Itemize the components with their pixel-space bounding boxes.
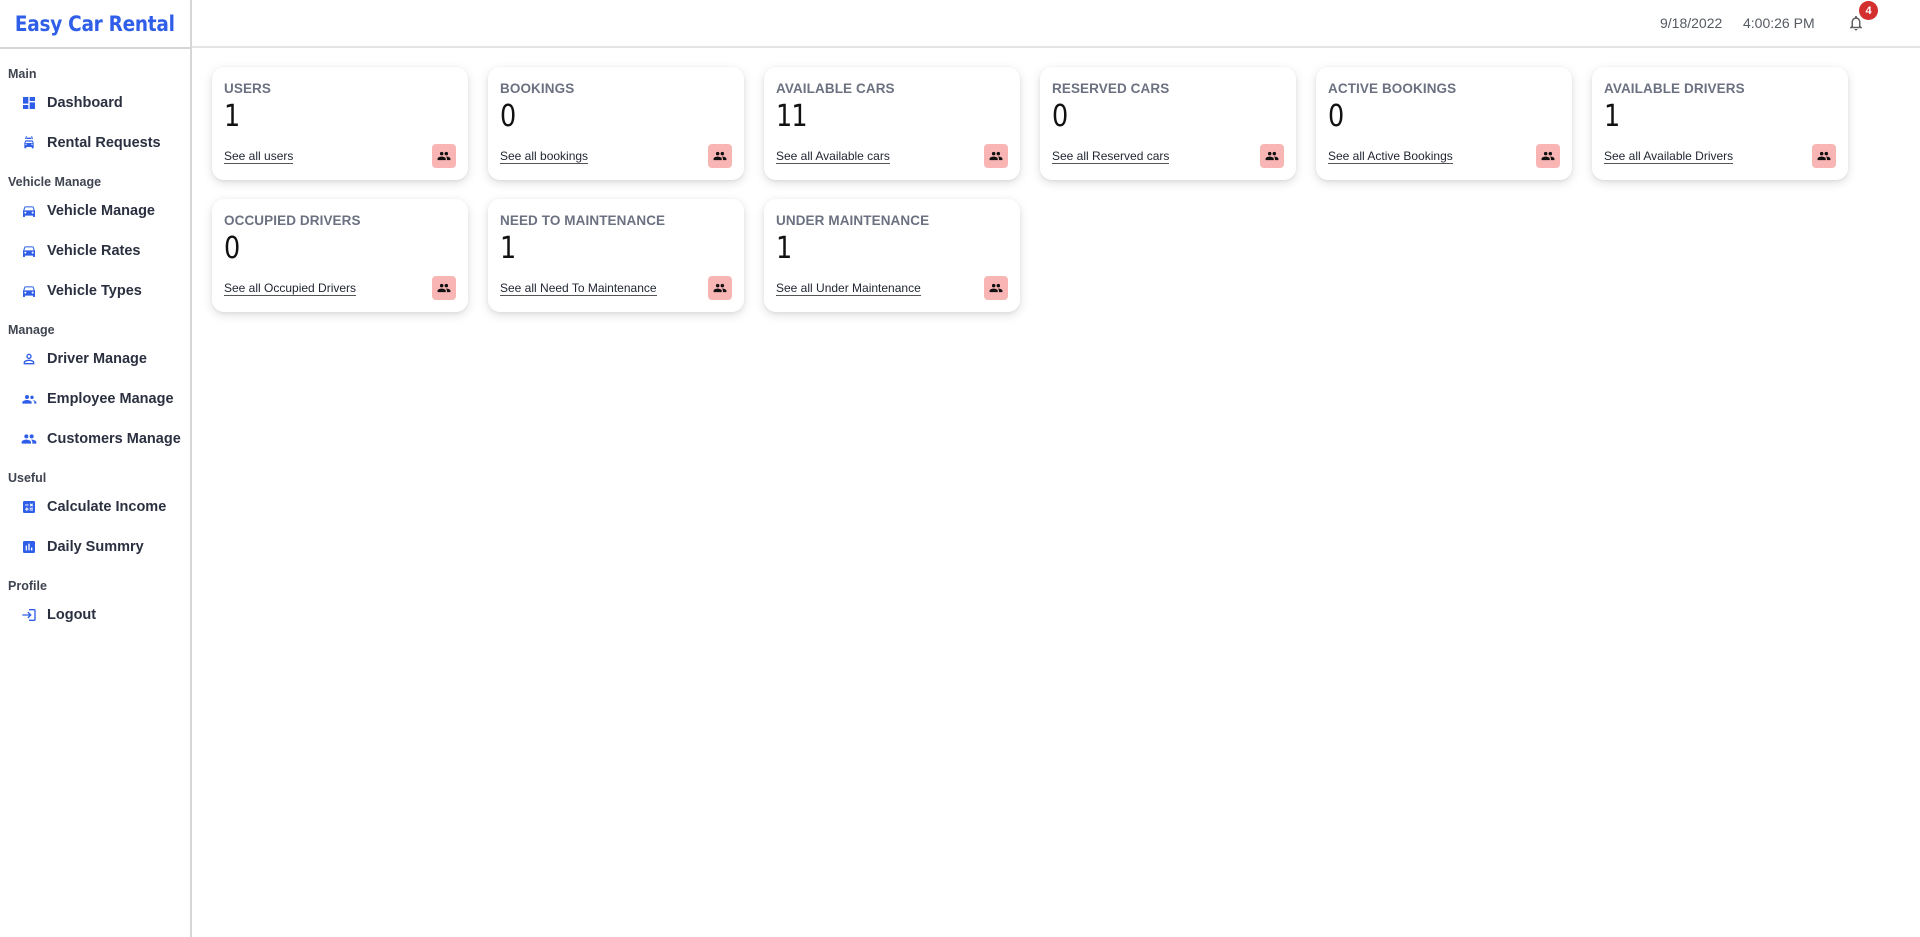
card-title: AVAILABLE CARS [776, 81, 895, 96]
sidebar-item-calculate-income[interactable]: Calculate Income [0, 487, 190, 527]
see-all-link[interactable]: See all users [224, 149, 294, 164]
sidebar-item-daily-summry[interactable]: Daily Summry [0, 527, 190, 567]
card-title: NEED TO MAINTENANCE [500, 213, 666, 228]
see-all-link[interactable]: See all Occupied Drivers [224, 281, 357, 296]
sidebar-item-driver-manage[interactable]: Driver Manage [0, 339, 190, 379]
sidebar-item-label: Employee Manage [47, 391, 174, 407]
current-date: 9/18/2022 [1660, 15, 1723, 31]
group-icon[interactable] [984, 276, 1008, 300]
stat-card-available-drivers: AVAILABLE DRIVERS 1 See all Available Dr… [1592, 67, 1848, 180]
brand-header: Easy Car Rental [0, 0, 190, 49]
dashboard-icon [21, 95, 37, 111]
sidebar-item-label: Vehicle Rates [47, 243, 141, 259]
see-all-link[interactable]: See all Active Bookings [1328, 149, 1453, 164]
sidebar-item-employee-manage[interactable]: Employee Manage [0, 379, 190, 419]
see-all-link[interactable]: See all bookings [500, 149, 589, 164]
car-rental-icon [21, 135, 37, 151]
group-icon[interactable] [432, 144, 456, 168]
group-icon[interactable] [1260, 144, 1284, 168]
group-icon[interactable] [984, 144, 1008, 168]
sidebar-item-customers-manage[interactable]: Customers Manage [0, 419, 190, 459]
car-icon [21, 283, 37, 299]
stat-card-need-to-maintenance: NEED TO MAINTENANCE 1 See all Need To Ma… [488, 199, 744, 312]
card-value: 0 [500, 99, 516, 134]
current-time: 4:00:26 PM [1743, 15, 1815, 31]
card-value: 1 [776, 231, 792, 266]
nav-section-vehicle-manage: Vehicle Manage [8, 175, 102, 189]
sidebar-item-label: Calculate Income [47, 499, 167, 515]
stat-card-reserved-cars: RESERVED CARS 0 See all Reserved cars [1040, 67, 1296, 180]
calculator-icon [21, 499, 37, 515]
see-all-link[interactable]: See all Available cars [776, 149, 890, 164]
sidebar-item-vehicle-rates[interactable]: Vehicle Rates [0, 231, 190, 271]
card-value: 1 [1604, 99, 1620, 134]
notification-badge: 4 [1859, 1, 1878, 20]
card-value: 0 [1328, 99, 1344, 134]
group-icon[interactable] [1536, 144, 1560, 168]
card-title: BOOKINGS [500, 81, 575, 96]
card-value: 0 [224, 231, 240, 266]
stat-card-available-cars: AVAILABLE CARS 11 See all Available cars [764, 67, 1020, 180]
group-icon [21, 431, 37, 447]
sidebar-item-vehicle-manage[interactable]: Vehicle Manage [0, 191, 190, 231]
sidebar-item-label: Vehicle Types [47, 283, 142, 299]
group-icon[interactable] [432, 276, 456, 300]
stat-card-users: USERS 1 See all users [212, 67, 468, 180]
card-title: RESERVED CARS [1052, 81, 1170, 96]
card-value: 1 [224, 99, 240, 134]
see-all-link[interactable]: See all Need To Maintenance [500, 281, 657, 296]
sidebar-item-rental-requests[interactable]: Rental Requests [0, 123, 190, 163]
sidebar-item-label: Rental Requests [47, 135, 161, 151]
card-value: 1 [500, 231, 516, 266]
app-logo[interactable]: Easy Car Rental [15, 12, 175, 36]
sidebar: Easy Car Rental Main Dashboard Rental Re… [0, 0, 192, 937]
sidebar-item-label: Logout [47, 607, 97, 623]
card-title: OCCUPIED DRIVERS [224, 213, 361, 228]
card-title: USERS [224, 81, 272, 96]
car-icon [21, 203, 37, 219]
card-value: 0 [1052, 99, 1068, 134]
person-icon [21, 351, 37, 367]
card-title: ACTIVE BOOKINGS [1328, 81, 1457, 96]
sidebar-item-label: Vehicle Manage [47, 203, 155, 219]
logout-icon [21, 607, 37, 623]
nav-section-profile: Profile [8, 579, 47, 593]
car-icon [21, 243, 37, 259]
stat-card-occupied-drivers: OCCUPIED DRIVERS 0 See all Occupied Driv… [212, 199, 468, 312]
nav-section-manage: Manage [8, 323, 55, 337]
nav-section-useful: Useful [8, 471, 47, 485]
see-all-link[interactable]: See all Reserved cars [1052, 149, 1170, 164]
sidebar-item-label: Dashboard [47, 95, 123, 111]
sidebar-item-label: Customers Manage [47, 431, 181, 447]
sidebar-item-label: Daily Summry [47, 539, 144, 555]
group-icon[interactable] [708, 276, 732, 300]
sidebar-item-dashboard[interactable]: Dashboard [0, 83, 190, 123]
card-value: 11 [776, 99, 808, 134]
stat-card-bookings: BOOKINGS 0 See all bookings [488, 67, 744, 180]
see-all-link[interactable]: See all Available Drivers [1604, 149, 1734, 164]
sidebar-item-logout[interactable]: Logout [0, 595, 190, 635]
group-icon[interactable] [1812, 144, 1836, 168]
bar-chart-icon [21, 539, 37, 555]
group-icon[interactable] [708, 144, 732, 168]
card-title: AVAILABLE DRIVERS [1604, 81, 1745, 96]
card-title: UNDER MAINTENANCE [776, 213, 930, 228]
people-icon [21, 391, 37, 407]
stat-card-active-bookings: ACTIVE BOOKINGS 0 See all Active Booking… [1316, 67, 1572, 180]
stat-card-under-maintenance: UNDER MAINTENANCE 1 See all Under Mainte… [764, 199, 1020, 312]
nav-section-main: Main [8, 67, 37, 81]
sidebar-item-label: Driver Manage [47, 351, 147, 367]
sidebar-item-vehicle-types[interactable]: Vehicle Types [0, 271, 190, 311]
top-bar: 9/18/2022 4:00:26 PM 4 [192, 0, 1920, 48]
see-all-link[interactable]: See all Under Maintenance [776, 281, 921, 296]
